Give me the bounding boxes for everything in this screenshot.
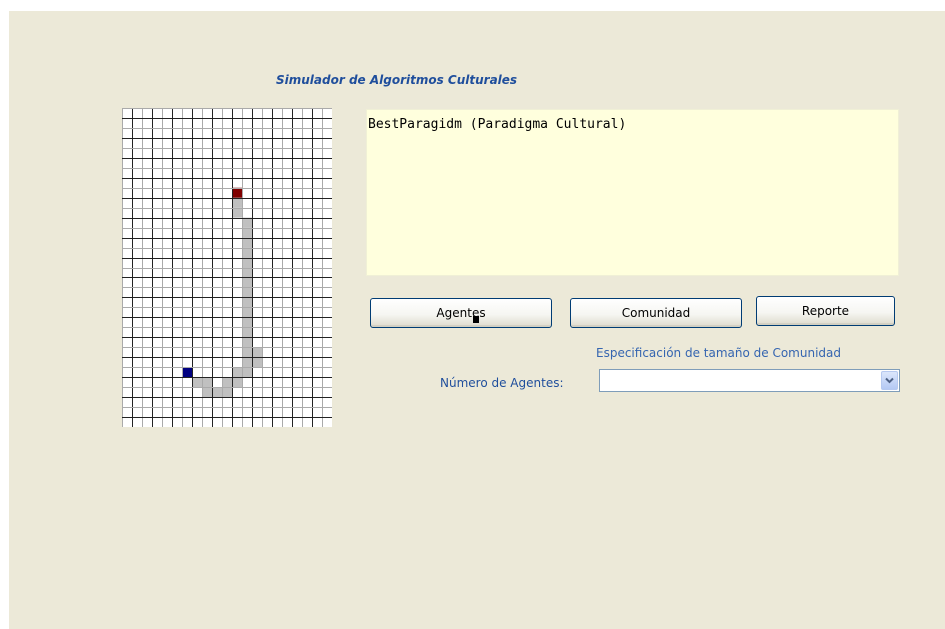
grid-path-cell	[252, 357, 262, 368]
grid-path-cell	[242, 287, 252, 298]
grid-start-cell	[232, 187, 242, 198]
agentes-button[interactable]: Agentes	[370, 298, 552, 328]
comunidad-button-label: Comunidad	[621, 306, 691, 320]
text-cursor-icon	[473, 316, 479, 323]
grid-goal-cell	[182, 367, 192, 378]
simulation-grid[interactable]	[122, 108, 332, 427]
grid-path-cell	[242, 257, 252, 268]
grid-canvas	[122, 108, 332, 427]
grid-path-cell	[232, 377, 242, 388]
grid-path-cell	[222, 387, 232, 398]
agents-count-label: Número de Agentes:	[440, 376, 564, 390]
grid-path-cell	[232, 367, 242, 378]
grid-path-cell	[192, 377, 202, 388]
grid-path-cell	[242, 227, 252, 238]
grid-path-cell	[242, 367, 252, 378]
community-size-spec-label: Especificación de tamaño de Comunidad	[596, 346, 842, 360]
grid-path-cell	[242, 347, 252, 358]
grid-path-cell	[242, 317, 252, 328]
grid-path-cell	[242, 327, 252, 338]
grid-path-cell	[242, 297, 252, 308]
grid-path-cell	[202, 377, 212, 388]
grid-path-cell	[202, 387, 212, 398]
grid-path-cell	[242, 237, 252, 248]
grid-path-cell	[242, 357, 252, 368]
grid-path-cell	[242, 247, 252, 258]
comunidad-button[interactable]: Comunidad	[570, 298, 742, 328]
grid-path-cell	[212, 387, 222, 398]
page-title: Simulador de Algoritmos Culturales	[276, 73, 518, 87]
reporte-button[interactable]: Reporte	[756, 296, 895, 326]
reporte-button-label: Reporte	[801, 304, 850, 318]
grid-path-cell	[252, 347, 262, 358]
grid-path-cell	[242, 337, 252, 348]
grid-path-cell	[242, 307, 252, 318]
agents-count-select[interactable]	[599, 369, 900, 392]
output-text-area[interactable]: BestParagidm (Paradigma Cultural)	[366, 109, 899, 276]
grid-path-cell	[222, 377, 232, 388]
grid-path-cell	[232, 207, 242, 218]
grid-path-cell	[242, 217, 252, 228]
grid-path-cell	[242, 277, 252, 288]
chevron-down-icon[interactable]	[881, 371, 898, 390]
grid-path-cell	[232, 197, 242, 208]
